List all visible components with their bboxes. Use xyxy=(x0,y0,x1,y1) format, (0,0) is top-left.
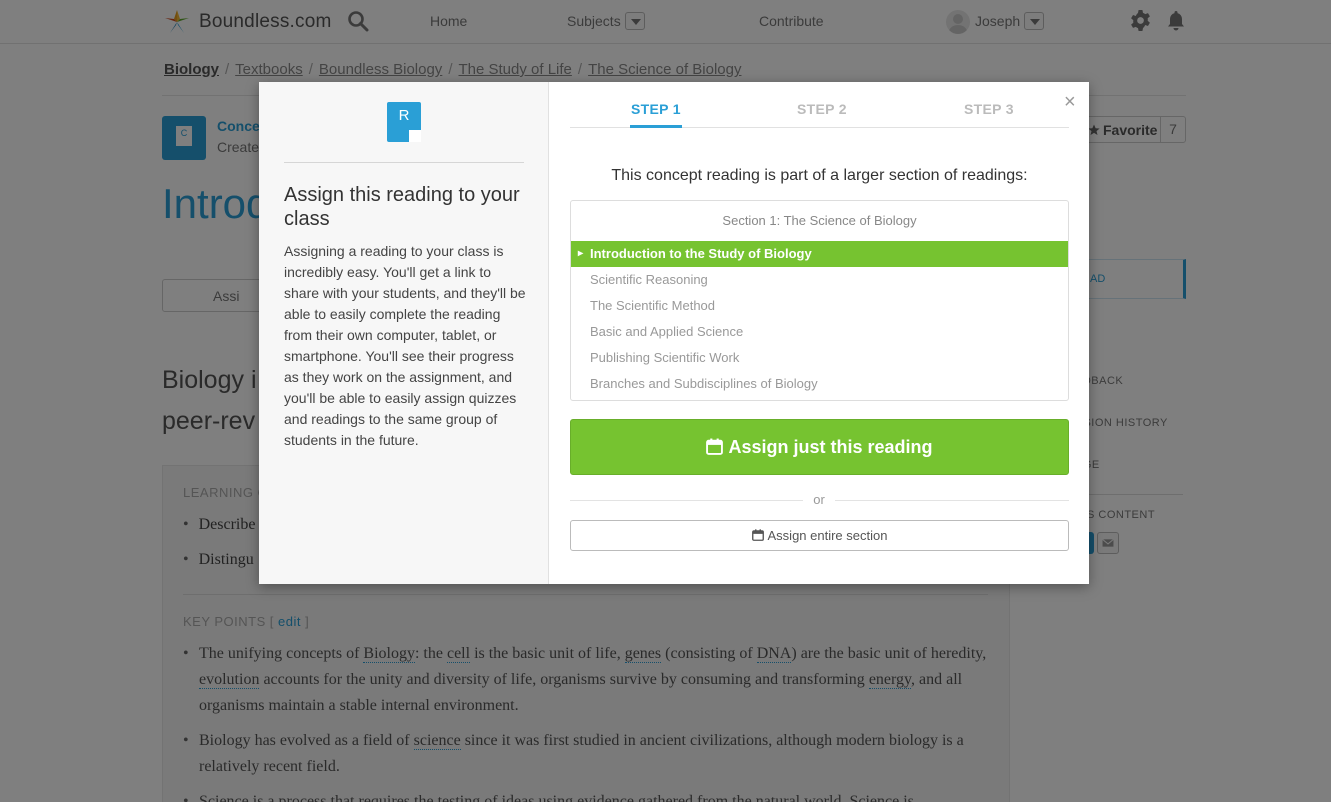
assign-entire-section-button[interactable]: Assign entire section xyxy=(570,520,1069,551)
or-separator: or xyxy=(803,492,835,507)
tab-step-3[interactable]: STEP 3 xyxy=(964,101,1014,117)
reading-item[interactable]: Branches and Subdisciplines of Biology xyxy=(571,371,1068,397)
tab-step-1[interactable]: STEP 1 xyxy=(630,101,682,128)
section-readings-list: Introduction to the Study of Biology Sci… xyxy=(571,241,1068,397)
modal-title: Assign this reading to your class xyxy=(284,184,520,230)
reading-icon: R xyxy=(387,102,421,142)
reading-item-current[interactable]: Introduction to the Study of Biology xyxy=(571,241,1068,267)
section-readings-box: Section 1: The Science of Biology Introd… xyxy=(570,200,1069,401)
step-tabs: STEP 1 STEP 2 STEP 3 xyxy=(570,97,1069,128)
reading-item[interactable]: Publishing Scientific Work xyxy=(571,345,1068,371)
reading-item[interactable]: Scientific Reasoning xyxy=(571,267,1068,293)
divider xyxy=(284,162,524,163)
reading-item[interactable]: Basic and Applied Science xyxy=(571,319,1068,345)
section-title: Section 1: The Science of Biology xyxy=(722,213,917,228)
section-intro: This concept reading is part of a larger… xyxy=(611,167,1028,184)
assign-reading-modal: R Assign this reading to your class Assi… xyxy=(259,82,1089,584)
calendar-icon xyxy=(751,529,764,541)
tab-step-2[interactable]: STEP 2 xyxy=(797,101,847,117)
assign-just-this-reading-button[interactable]: Assign just this reading xyxy=(570,419,1069,475)
modal-info-panel: R Assign this reading to your class Assi… xyxy=(259,82,549,584)
reading-icon-letter: R xyxy=(398,107,410,124)
calendar-icon xyxy=(706,438,724,455)
assign-just-this-reading-label: Assign just this reading xyxy=(728,437,933,457)
assign-entire-section-label: Assign entire section xyxy=(767,528,888,543)
reading-item[interactable]: The Scientific Method xyxy=(571,293,1068,319)
modal-description: Assigning a reading to your class is inc… xyxy=(284,243,526,448)
